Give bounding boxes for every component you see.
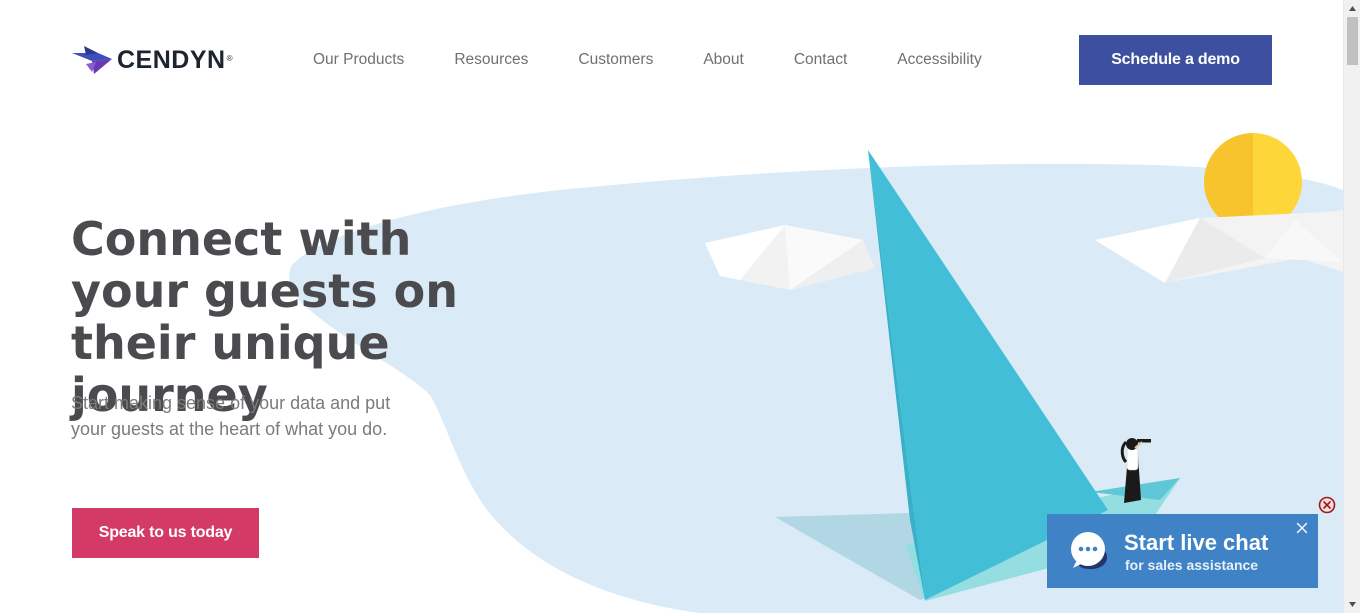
registered-mark: ® <box>226 53 233 63</box>
logo-wordmark: CENDYN <box>117 45 226 74</box>
schedule-demo-button[interactable]: Schedule a demo <box>1079 35 1272 85</box>
scroll-down-button[interactable] <box>1344 596 1360 613</box>
page: CENDYN ® Our Products Resources Customer… <box>0 0 1343 613</box>
nav-our-products[interactable]: Our Products <box>313 50 404 70</box>
nav-resources[interactable]: Resources <box>454 50 528 70</box>
site-header: CENDYN ® Our Products Resources Customer… <box>0 0 1343 120</box>
chat-subtitle: for sales assistance <box>1125 557 1259 573</box>
page-scrollbar[interactable] <box>1343 0 1360 613</box>
scroll-thumb[interactable] <box>1347 17 1358 65</box>
logo-arrow-icon <box>72 46 112 74</box>
close-circle-icon[interactable] <box>1318 496 1336 514</box>
nav-contact[interactable]: Contact <box>794 50 847 70</box>
nav-accessibility[interactable]: Accessibility <box>897 50 981 70</box>
nav-customers[interactable]: Customers <box>578 50 653 70</box>
chevron-down-icon <box>1349 602 1356 607</box>
chat-title: Start live chat <box>1124 530 1269 555</box>
hero-subtitle: Start making sense of your data and put … <box>71 393 391 439</box>
main-nav: Our Products Resources Customers About C… <box>313 50 982 70</box>
close-icon[interactable] <box>1296 522 1308 534</box>
speak-to-us-button[interactable]: Speak to us today <box>72 508 259 558</box>
chevron-up-icon <box>1349 6 1356 11</box>
chat-bubble-icon <box>1071 532 1107 569</box>
nav-about[interactable]: About <box>703 50 744 70</box>
scroll-up-button[interactable] <box>1344 0 1360 17</box>
live-chat-widget[interactable]: Start live chat for sales assistance <box>1047 514 1318 588</box>
cendyn-logo[interactable]: CENDYN ® <box>72 44 232 76</box>
